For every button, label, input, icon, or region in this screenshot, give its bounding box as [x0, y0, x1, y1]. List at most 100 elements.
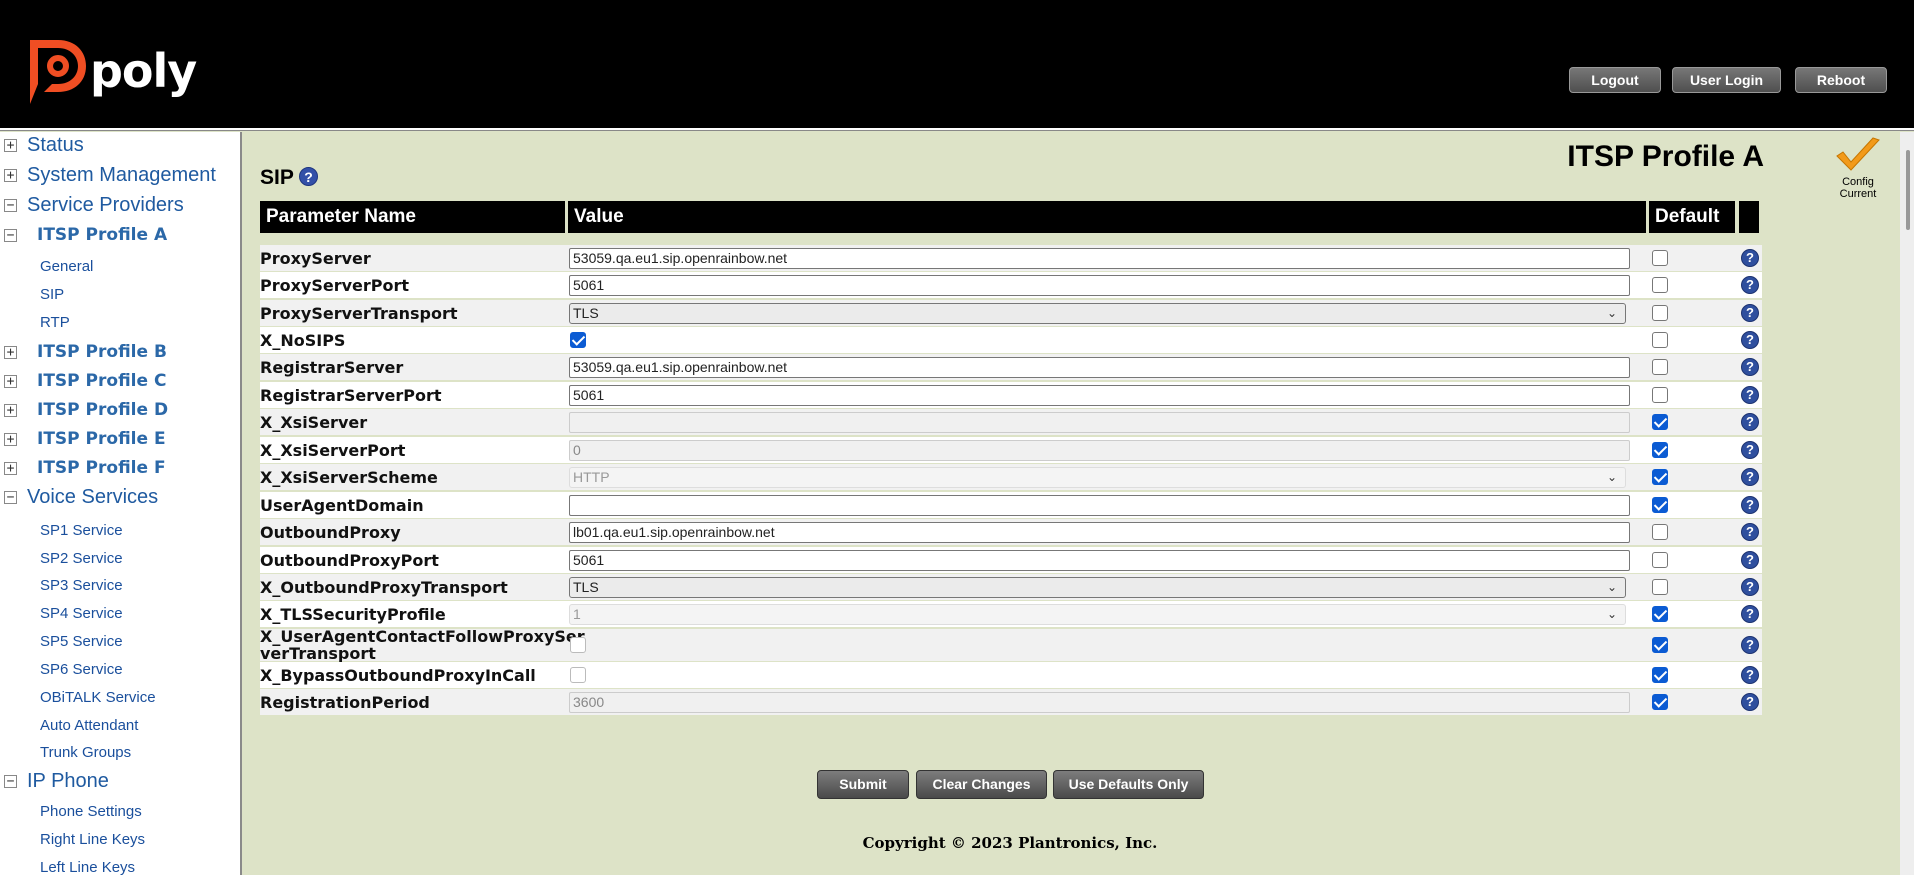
help-icon[interactable]: ? [1741, 636, 1759, 654]
sidebar-item-sip[interactable]: SIP [0, 281, 240, 307]
select-value: 1 [573, 606, 581, 622]
sidebar-item-itsp-profile-b[interactable]: + ITSP Profile B [0, 339, 167, 365]
x-outboundproxytransport-select[interactable]: TLS ⌄ [569, 577, 1626, 598]
help-icon[interactable]: ? [1741, 578, 1759, 596]
help-icon[interactable]: ? [1741, 523, 1759, 541]
default-checkbox[interactable] [1652, 552, 1668, 568]
sidebar-item-trunk-groups[interactable]: Trunk Groups [0, 739, 240, 765]
sidebar-item-sp5-service[interactable]: SP5 Service [0, 628, 240, 654]
expand-icon[interactable]: + [4, 432, 17, 446]
proxyserver-input[interactable]: 53059.qa.eu1.sip.openrainbow.net [569, 248, 1630, 269]
default-checkbox[interactable] [1652, 524, 1668, 540]
help-icon[interactable]: ? [1741, 358, 1759, 376]
default-checkbox[interactable] [1652, 277, 1668, 293]
default-checkbox[interactable] [1652, 667, 1668, 683]
default-checkbox[interactable] [1652, 637, 1668, 653]
help-icon[interactable]: ? [1741, 304, 1759, 322]
help-icon[interactable]: ? [1741, 413, 1759, 431]
default-checkbox[interactable] [1652, 387, 1668, 403]
default-checkbox[interactable] [1652, 414, 1668, 430]
help-icon[interactable]: ? [1741, 249, 1759, 267]
help-icon[interactable]: ? [1741, 693, 1759, 711]
registrarserver-input[interactable]: 53059.qa.eu1.sip.openrainbow.net [569, 357, 1630, 378]
collapse-icon[interactable]: − [4, 490, 17, 504]
sidebar-item-itsp-profile-c[interactable]: + ITSP Profile C [0, 368, 166, 394]
default-checkbox[interactable] [1652, 606, 1668, 622]
sidebar-item-itsp-profile-d[interactable]: + ITSP Profile D [0, 397, 168, 423]
sidebar-item-label: System Management [27, 163, 216, 186]
expand-icon[interactable]: + [4, 138, 17, 152]
default-checkbox[interactable] [1652, 497, 1668, 513]
collapse-icon[interactable]: − [4, 774, 17, 788]
sidebar-item-itsp-profile-e[interactable]: + ITSP Profile E [0, 426, 166, 452]
default-checkbox[interactable] [1652, 332, 1668, 348]
x-useragentcontactfollowproxyser-vertransport-checkbox[interactable] [570, 637, 586, 653]
sidebar-item-right-line-keys[interactable]: Right Line Keys [0, 826, 240, 852]
registrationperiod-input[interactable]: 3600 [569, 692, 1630, 713]
sidebar-item-auto-attendant[interactable]: Auto Attendant [0, 712, 240, 738]
sidebar-item-sp3-service[interactable]: SP3 Service [0, 572, 240, 598]
useragentdomain-input[interactable] [569, 495, 1630, 516]
expand-icon[interactable]: + [4, 374, 17, 388]
default-checkbox[interactable] [1652, 305, 1668, 321]
expand-icon[interactable]: + [4, 345, 17, 359]
expand-icon[interactable]: + [4, 403, 17, 417]
section-help-icon[interactable]: ? [299, 167, 318, 186]
reboot-button[interactable]: Reboot [1795, 67, 1887, 93]
default-checkbox[interactable] [1652, 694, 1668, 710]
submit-button[interactable]: Submit [817, 770, 909, 799]
sidebar-item-system-management[interactable]: + System Management [0, 162, 216, 188]
page-scrollbar-thumb[interactable] [1906, 150, 1910, 230]
x-bypassoutboundproxyincall-checkbox[interactable] [570, 667, 586, 683]
sidebar-item-sp4-service[interactable]: SP4 Service [0, 600, 240, 626]
collapse-icon[interactable]: − [4, 198, 17, 212]
sidebar-item-itsp-profile-a[interactable]: − ITSP Profile A [0, 222, 167, 248]
help-icon[interactable]: ? [1741, 468, 1759, 486]
help-icon[interactable]: ? [1741, 441, 1759, 459]
help-icon[interactable]: ? [1741, 386, 1759, 404]
sidebar-item-service-providers[interactable]: − Service Providers [0, 192, 184, 218]
default-checkbox[interactable] [1652, 442, 1668, 458]
help-icon[interactable]: ? [1741, 605, 1759, 623]
default-checkbox[interactable] [1652, 579, 1668, 595]
proxyserverport-input[interactable]: 5061 [569, 275, 1630, 296]
proxyservertransport-select[interactable]: TLS ⌄ [569, 303, 1626, 324]
sidebar-item-ip-phone[interactable]: − IP Phone [0, 768, 109, 794]
registrarserverport-input[interactable]: 5061 [569, 385, 1630, 406]
help-icon[interactable]: ? [1741, 666, 1759, 684]
help-icon[interactable]: ? [1741, 496, 1759, 514]
sidebar-item-sp6-service[interactable]: SP6 Service [0, 656, 240, 682]
x-xsiserver-input[interactable] [569, 412, 1630, 433]
help-icon[interactable]: ? [1741, 331, 1759, 349]
logout-button[interactable]: Logout [1569, 67, 1661, 93]
default-checkbox[interactable] [1652, 359, 1668, 375]
brand-name: poly [90, 44, 197, 98]
sidebar-item-status[interactable]: + Status [0, 132, 84, 158]
x-tlssecurityprofile-select[interactable]: 1 ⌄ [569, 604, 1626, 625]
sidebar-item-left-line-keys[interactable]: Left Line Keys [0, 854, 240, 875]
x-nosips-checkbox[interactable] [570, 332, 586, 348]
default-checkbox[interactable] [1652, 469, 1668, 485]
sidebar-item-sp2-service[interactable]: SP2 Service [0, 545, 240, 571]
expand-icon[interactable]: + [4, 461, 17, 475]
user-login-button[interactable]: User Login [1672, 67, 1781, 93]
outboundproxy-input[interactable]: lb01.qa.eu1.sip.openrainbow.net [569, 522, 1630, 543]
sidebar-item-general[interactable]: General [0, 253, 240, 279]
page-scrollbar[interactable] [1900, 132, 1914, 875]
help-icon[interactable]: ? [1741, 276, 1759, 294]
sidebar-item-itsp-profile-f[interactable]: + ITSP Profile F [0, 455, 166, 481]
sidebar-item-obitalk-service[interactable]: OBiTALK Service [0, 684, 240, 710]
x-xsiserverport-input[interactable]: 0 [569, 440, 1630, 461]
help-icon[interactable]: ? [1741, 551, 1759, 569]
collapse-icon[interactable]: − [4, 228, 17, 242]
x-xsiserverscheme-select[interactable]: HTTP ⌄ [569, 467, 1626, 488]
sidebar-item-rtp[interactable]: RTP [0, 309, 240, 335]
default-checkbox[interactable] [1652, 250, 1668, 266]
sidebar-item-voice-services[interactable]: − Voice Services [0, 484, 158, 510]
sidebar-item-sp1-service[interactable]: SP1 Service [0, 517, 240, 543]
clear-changes-button[interactable]: Clear Changes [916, 770, 1047, 799]
use-defaults-only-button[interactable]: Use Defaults Only [1053, 770, 1204, 799]
sidebar-item-phone-settings[interactable]: Phone Settings [0, 798, 240, 824]
outboundproxyport-input[interactable]: 5061 [569, 550, 1630, 571]
expand-icon[interactable]: + [4, 168, 17, 182]
